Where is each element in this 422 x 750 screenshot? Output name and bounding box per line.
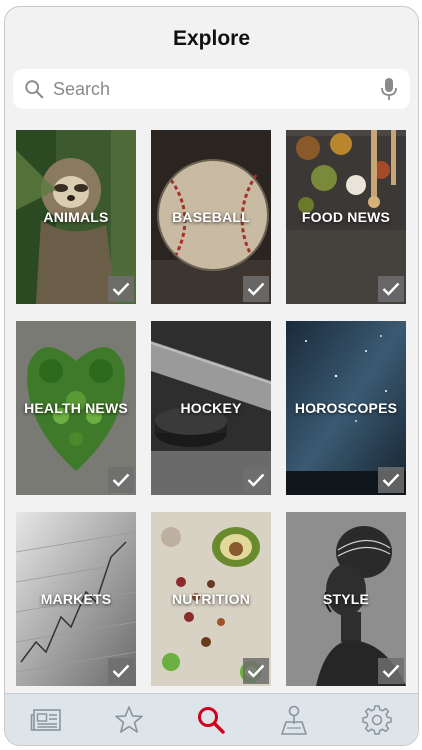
tab-favorites[interactable] xyxy=(109,700,149,740)
tile-label: BASEBALL xyxy=(172,209,250,225)
checkmark-icon[interactable] xyxy=(108,276,134,302)
checkmark-icon[interactable] xyxy=(243,467,269,493)
tile-label: FOOD NEWS xyxy=(301,209,391,225)
checkmark-icon[interactable] xyxy=(108,467,134,493)
tile-label: HOROSCOPES xyxy=(294,400,398,416)
microphone-icon[interactable] xyxy=(380,77,398,101)
tile-label: NUTRITION xyxy=(171,591,250,607)
topic-tile-markets[interactable]: MARKETS xyxy=(16,512,136,686)
tile-label: HEALTH NEWS xyxy=(24,400,128,416)
tab-bar xyxy=(5,693,418,745)
checkmark-icon[interactable] xyxy=(243,276,269,302)
tab-local[interactable] xyxy=(274,700,314,740)
checkmark-icon[interactable] xyxy=(243,658,269,684)
star-icon xyxy=(115,705,143,733)
topic-tile-baseball[interactable]: BASEBALL xyxy=(151,130,271,304)
search-icon xyxy=(25,80,44,99)
checkmark-icon[interactable] xyxy=(378,467,404,493)
tab-settings[interactable] xyxy=(357,700,397,740)
search-input[interactable] xyxy=(45,69,380,109)
page-title: Explore xyxy=(172,27,251,50)
tile-label: MARKETS xyxy=(40,591,112,607)
topic-tile-nutrition[interactable]: NUTRITION xyxy=(151,512,271,686)
topic-tile-horoscopes[interactable]: HOROSCOPES xyxy=(286,321,406,495)
local-icon xyxy=(281,705,307,735)
topic-tile-food-news[interactable]: FOOD NEWS xyxy=(286,130,406,304)
tab-news[interactable] xyxy=(26,700,66,740)
tile-label: STYLE xyxy=(322,591,370,607)
tab-explore[interactable] xyxy=(191,700,231,740)
checkmark-icon[interactable] xyxy=(378,276,404,302)
app-window: Explore A xyxy=(4,6,419,746)
tile-label: HOCKEY xyxy=(180,400,242,416)
topic-tile-hockey[interactable]: HOCKEY xyxy=(151,321,271,495)
topic-tile-animals[interactable]: ANIMALS xyxy=(16,130,136,304)
checkmark-icon[interactable] xyxy=(108,658,134,684)
news-icon xyxy=(30,708,62,731)
topic-grid: ANIMALS BASEBALL FOOD NEWS HEALTH NEWS H… xyxy=(16,130,408,696)
tile-label: ANIMALS xyxy=(43,209,109,225)
gear-icon xyxy=(361,704,392,735)
search-bar[interactable] xyxy=(13,69,410,109)
search-icon xyxy=(198,706,226,734)
checkmark-icon[interactable] xyxy=(378,658,404,684)
topic-tile-style[interactable]: STYLE xyxy=(286,512,406,686)
topic-tile-health-news[interactable]: HEALTH NEWS xyxy=(16,321,136,495)
